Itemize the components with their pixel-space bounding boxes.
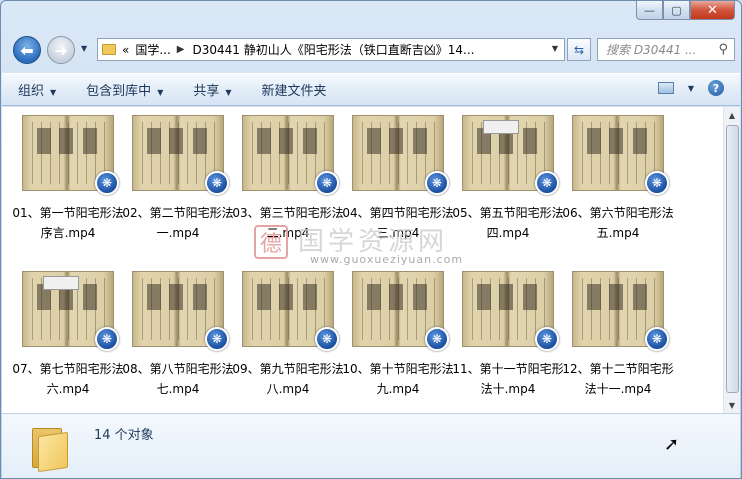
- search-placeholder: 搜索 D30441 ...: [606, 43, 697, 57]
- breadcrumb-chevron-icon[interactable]: ▶: [177, 44, 185, 55]
- new-folder-label: 新建文件夹: [261, 84, 327, 99]
- include-in-library-button[interactable]: 包含到库中 ▼: [86, 80, 163, 99]
- file-name: 07、第七节阳宅形法六.mp4: [12, 362, 124, 396]
- share-button[interactable]: 共享 ▼: [193, 80, 231, 99]
- folder-icon: [102, 44, 116, 55]
- file-name: 03、第三节阳宅形法二.mp4: [232, 206, 344, 240]
- file-item[interactable]: ❋ 12、第十二节阳宅形法十一.mp4: [562, 263, 674, 413]
- file-item[interactable]: ❋ 03、第三节阳宅形法二.mp4: [232, 107, 344, 257]
- maximize-button[interactable]: ▢: [663, 1, 690, 20]
- address-dropdown-icon[interactable]: ▼: [552, 44, 558, 53]
- caption-buttons: — ▢ ✕: [636, 1, 735, 20]
- new-folder-button[interactable]: 新建文件夹: [262, 80, 327, 99]
- video-file-icon: ❋: [425, 171, 449, 195]
- help-icon[interactable]: ?: [708, 80, 724, 96]
- video-file-icon: ❋: [535, 171, 559, 195]
- share-label: 共享: [193, 84, 220, 99]
- item-count: 14 个对象: [94, 428, 154, 443]
- file-item[interactable]: ❋ 01、第一节阳宅形法序言.mp4: [12, 107, 124, 257]
- minimize-button[interactable]: —: [636, 1, 663, 20]
- details-pane: 14 个对象 ➚: [2, 413, 740, 478]
- file-item[interactable]: ❋ 02、第二节阳宅形法一.mp4: [122, 107, 234, 257]
- breadcrumb-overflow[interactable]: «: [122, 43, 129, 57]
- toolbar-right: ▼ ?: [657, 80, 724, 96]
- file-item[interactable]: ❋ 05、第五节阳宅形法四.mp4: [452, 107, 564, 257]
- file-name: 11、第十一节阳宅形法十.mp4: [452, 362, 564, 396]
- mouse-cursor-icon: ➚: [664, 434, 680, 455]
- file-list: ❋ 01、第一节阳宅形法序言.mp4 ❋ 02、第二节阳宅形法一.mp4 ❋ 03、第三节…: [2, 107, 740, 413]
- recent-pages-dropdown[interactable]: ▼: [81, 44, 87, 53]
- video-file-icon: ❋: [205, 327, 229, 351]
- video-file-icon: ❋: [95, 327, 119, 351]
- forward-button[interactable]: ➜: [47, 36, 75, 64]
- file-item[interactable]: ❋ 06、第六节阳宅形法五.mp4: [562, 107, 674, 257]
- file-name: 06、第六节阳宅形法五.mp4: [562, 206, 674, 240]
- file-item[interactable]: ❋ 07、第七节阳宅形法六.mp4: [12, 263, 124, 413]
- file-name: 08、第八节阳宅形法七.mp4: [122, 362, 234, 396]
- scroll-up-icon[interactable]: ▲: [724, 107, 740, 123]
- thumbnail-overlay: [483, 120, 519, 134]
- organize-button[interactable]: 组织 ▼: [18, 80, 56, 99]
- organize-label: 组织: [18, 84, 45, 99]
- file-name: 10、第十节阳宅形法九.mp4: [342, 362, 454, 396]
- include-in-library-label: 包含到库中: [86, 84, 152, 99]
- breadcrumb-item[interactable]: 国学...: [135, 41, 170, 58]
- address-bar[interactable]: « 国学... ▶ D30441 静初山人《阳宅形法（铁口直断吉凶》14... …: [97, 38, 565, 61]
- search-icon[interactable]: ⚲: [718, 42, 728, 57]
- folder-icon: [30, 424, 70, 473]
- scrollbar-thumb[interactable]: [726, 125, 739, 393]
- file-name: 02、第二节阳宅形法一.mp4: [122, 206, 234, 240]
- video-file-icon: ❋: [95, 171, 119, 195]
- file-item[interactable]: ❋ 08、第八节阳宅形法七.mp4: [122, 263, 234, 413]
- file-item[interactable]: ❋ 11、第十一节阳宅形法十.mp4: [452, 263, 564, 413]
- breadcrumb-current[interactable]: D30441 静初山人《阳宅形法（铁口直断吉凶》14...: [193, 41, 475, 58]
- dropdown-arrow-icon: ▼: [50, 88, 57, 97]
- video-file-icon: ❋: [535, 327, 559, 351]
- file-name: 05、第五节阳宅形法四.mp4: [452, 206, 564, 240]
- dropdown-arrow-icon: ▼: [157, 88, 164, 97]
- thumbnail-overlay: [43, 276, 79, 290]
- command-bar: 组织 ▼ 包含到库中 ▼ 共享 ▼ 新建文件夹 ▼ ?: [2, 73, 740, 106]
- video-file-icon: ❋: [425, 327, 449, 351]
- video-file-icon: ❋: [315, 171, 339, 195]
- scroll-down-icon[interactable]: ▼: [724, 397, 740, 413]
- video-file-icon: ❋: [205, 171, 229, 195]
- navigation-bar: ⬅ ➜ ▼ « 国学... ▶ D30441 静初山人《阳宅形法（铁口直断吉凶》…: [9, 34, 735, 66]
- refresh-button[interactable]: ⇆: [567, 38, 591, 61]
- file-name: 09、第九节阳宅形法八.mp4: [232, 362, 344, 396]
- view-options-dropdown-icon[interactable]: ▼: [688, 84, 694, 93]
- file-item[interactable]: ❋ 04、第四节阳宅形法三.mp4: [342, 107, 454, 257]
- vertical-scrollbar[interactable]: ▲ ▼: [723, 107, 740, 413]
- video-file-icon: ❋: [315, 327, 339, 351]
- search-input[interactable]: 搜索 D30441 ... ⚲: [597, 38, 735, 61]
- video-file-icon: ❋: [645, 171, 669, 195]
- dropdown-arrow-icon: ▼: [225, 88, 232, 97]
- explorer-window: — ▢ ✕ ⬅ ➜ ▼ « 国学... ▶ D30441 静初山人《阳宅形法（铁…: [0, 0, 742, 479]
- back-button[interactable]: ⬅: [13, 36, 41, 64]
- close-button[interactable]: ✕: [690, 1, 735, 20]
- video-file-icon: ❋: [645, 327, 669, 351]
- file-item[interactable]: ❋ 10、第十节阳宅形法九.mp4: [342, 263, 454, 413]
- file-item[interactable]: ❋ 09、第九节阳宅形法八.mp4: [232, 263, 344, 413]
- change-view-icon[interactable]: [657, 82, 674, 94]
- file-name: 12、第十二节阳宅形法十一.mp4: [562, 362, 674, 396]
- file-name: 01、第一节阳宅形法序言.mp4: [12, 206, 124, 240]
- file-name: 04、第四节阳宅形法三.mp4: [342, 206, 454, 240]
